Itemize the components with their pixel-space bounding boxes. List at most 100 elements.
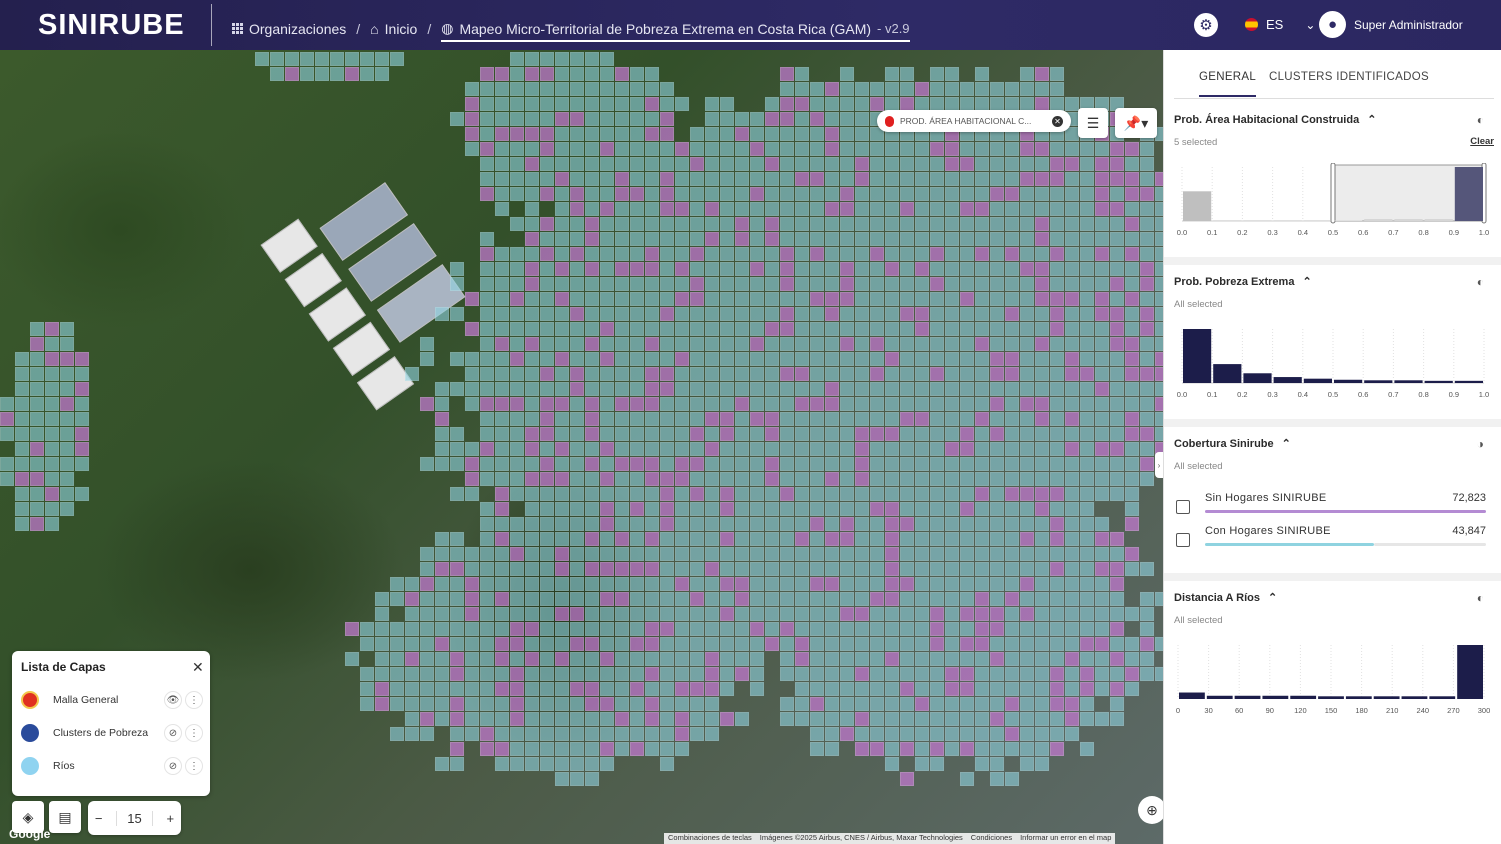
grid-cell xyxy=(990,277,1004,291)
grid-cell xyxy=(645,562,659,576)
grid-cell xyxy=(915,382,929,396)
category-sin-hogares[interactable]: Sin Hogares SINIRUBE 72,823 xyxy=(1174,492,1494,522)
grid-cell xyxy=(840,367,854,381)
more-options-icon[interactable]: ⋮ xyxy=(185,724,203,742)
grid-cell xyxy=(840,187,854,201)
breadcrumb-label: Mapeo Micro-Territorial de Pobreza Extre… xyxy=(459,20,872,37)
grid-cell xyxy=(1035,607,1049,621)
grid-cell xyxy=(810,622,824,636)
attribution-report[interactable]: Informar un error en el map xyxy=(1020,833,1111,844)
grid-cell xyxy=(960,307,974,321)
sinirube-logo[interactable]: SINIRUBE xyxy=(38,9,185,42)
histogram-area-habitacional[interactable]: 0.0 0.1 0.2 0.3 0.4 0.5 0.6 0.7 0.8 0.9 1.0 xyxy=(1174,163,1494,239)
tick-label: 60 xyxy=(1235,706,1243,715)
grid-cell xyxy=(855,682,869,696)
layer-item-rios[interactable]: Ríos ⊘ ⋮ xyxy=(21,754,205,778)
grid-cell xyxy=(780,412,794,426)
grid-cell xyxy=(1065,682,1079,696)
breadcrumb-mapeo[interactable]: ◍ Mapeo Micro-Territorial de Pobreza Ext… xyxy=(441,20,910,42)
grid-cell xyxy=(885,397,899,411)
grid-cell xyxy=(705,442,719,456)
grid-cell xyxy=(975,202,989,216)
opacity-icon[interactable]: ◐ xyxy=(1477,113,1484,127)
checkbox[interactable] xyxy=(1176,500,1190,514)
grid-cell xyxy=(585,457,599,471)
grid-cell xyxy=(1095,427,1109,441)
grid-cell xyxy=(900,772,914,786)
range-handle-left[interactable] xyxy=(1330,163,1336,224)
grid-cell xyxy=(960,277,974,291)
grid-cell xyxy=(630,157,644,171)
histogram-distancia-rios[interactable]: 0 30 60 90 120 150 180 210 240 270 300 xyxy=(1174,641,1494,717)
grid-cell xyxy=(960,157,974,171)
grid-cell xyxy=(540,592,554,606)
grid-cell xyxy=(810,82,824,96)
histogram-bar xyxy=(1213,364,1242,383)
histogram-bar xyxy=(1364,380,1393,383)
attribution-terms[interactable]: Condiciones xyxy=(971,833,1012,844)
recenter-button[interactable]: ⊕ xyxy=(1138,796,1166,824)
section-title[interactable]: Cobertura Sinirube ⌃ xyxy=(1174,437,1291,451)
attribution-shortcuts[interactable]: Combinaciones de teclas xyxy=(668,833,752,844)
eye-icon[interactable]: 👁 xyxy=(164,691,182,709)
breadcrumb-inicio[interactable]: ⌂ Inicio xyxy=(370,21,417,37)
grid-cell xyxy=(540,532,554,546)
language-selector[interactable]: ES ⌄ xyxy=(1245,17,1315,32)
clear-button[interactable]: Clear xyxy=(1470,136,1494,147)
grid-cell xyxy=(570,562,584,576)
tab-clusters[interactable]: CLUSTERS IDENTIFICADOS xyxy=(1269,71,1429,83)
histogram-pobreza-extrema[interactable]: 0.0 0.1 0.2 0.3 0.4 0.5 0.6 0.7 0.8 0.9 1.0 xyxy=(1174,325,1494,401)
grid-cell xyxy=(1140,142,1154,156)
grid-cell xyxy=(900,517,914,531)
grid-cell xyxy=(660,757,674,771)
grid-cell xyxy=(960,292,974,306)
close-icon[interactable]: ✕ xyxy=(1052,115,1063,127)
opacity-icon[interactable]: ◐ xyxy=(1477,275,1484,289)
grid-cell xyxy=(855,607,869,621)
grid-cell xyxy=(1140,217,1154,231)
user-menu[interactable]: ● Super Administrador xyxy=(1319,11,1463,38)
grid-cell xyxy=(1035,277,1049,291)
grid-cell xyxy=(1140,292,1154,306)
category-con-hogares[interactable]: Con Hogares SINIRUBE 43,847 xyxy=(1174,525,1494,555)
language-label: ES xyxy=(1266,17,1284,32)
grid-cell xyxy=(900,442,914,456)
grid-cell xyxy=(870,247,884,261)
breadcrumb-organizaciones[interactable]: Organizaciones xyxy=(232,21,346,37)
filter-list-button[interactable]: ☰ xyxy=(1078,108,1108,138)
opacity-icon[interactable]: ◐ xyxy=(1477,591,1484,605)
grid-cell xyxy=(885,502,899,516)
more-options-icon[interactable]: ⋮ xyxy=(185,691,203,709)
settings-button[interactable]: ⚙ xyxy=(1194,13,1218,37)
grid-cell xyxy=(645,67,659,81)
grid-cell xyxy=(420,457,434,471)
grid-cell xyxy=(780,97,794,111)
zoom-in-button[interactable]: + xyxy=(167,811,175,826)
layer-item-clusters[interactable]: Clusters de Pobreza ⊘ ⋮ xyxy=(21,721,205,745)
active-layer-chip[interactable]: PROD. ÁREA HABITACIONAL C... ✕ xyxy=(877,110,1071,132)
grid-cell xyxy=(435,442,449,456)
basemap-button[interactable]: ▤ xyxy=(49,801,81,833)
layer-item-malla-general[interactable]: Malla General 👁 ⋮ xyxy=(21,688,205,712)
grid-cell xyxy=(1110,202,1124,216)
section-title[interactable]: Prob. Pobreza Extrema ⌃ xyxy=(1174,275,1312,289)
panel-collapse-tab[interactable]: › xyxy=(1155,452,1163,478)
grid-cell xyxy=(765,202,779,216)
grid-cell xyxy=(1155,232,1163,246)
opacity-icon[interactable]: ◑ xyxy=(1477,437,1484,451)
checkbox[interactable] xyxy=(1176,533,1190,547)
eye-off-icon[interactable]: ⊘ xyxy=(164,724,182,742)
grid-cell xyxy=(1035,637,1049,651)
grid-cell xyxy=(555,562,569,576)
zoom-out-button[interactable]: − xyxy=(95,811,103,826)
eye-off-icon[interactable]: ⊘ xyxy=(164,757,182,775)
section-title[interactable]: Prob. Área Habitacional Construida ⌃ xyxy=(1174,113,1376,127)
close-icon[interactable]: ✕ xyxy=(192,659,204,676)
section-title[interactable]: Distancia A Ríos ⌃ xyxy=(1174,591,1277,605)
grid-cell xyxy=(1065,502,1079,516)
tab-general[interactable]: GENERAL xyxy=(1199,71,1257,97)
pin-button[interactable]: 📌▾ xyxy=(1115,108,1157,138)
grid-cell xyxy=(1065,217,1079,231)
grid-cell xyxy=(915,712,929,726)
more-options-icon[interactable]: ⋮ xyxy=(185,757,203,775)
